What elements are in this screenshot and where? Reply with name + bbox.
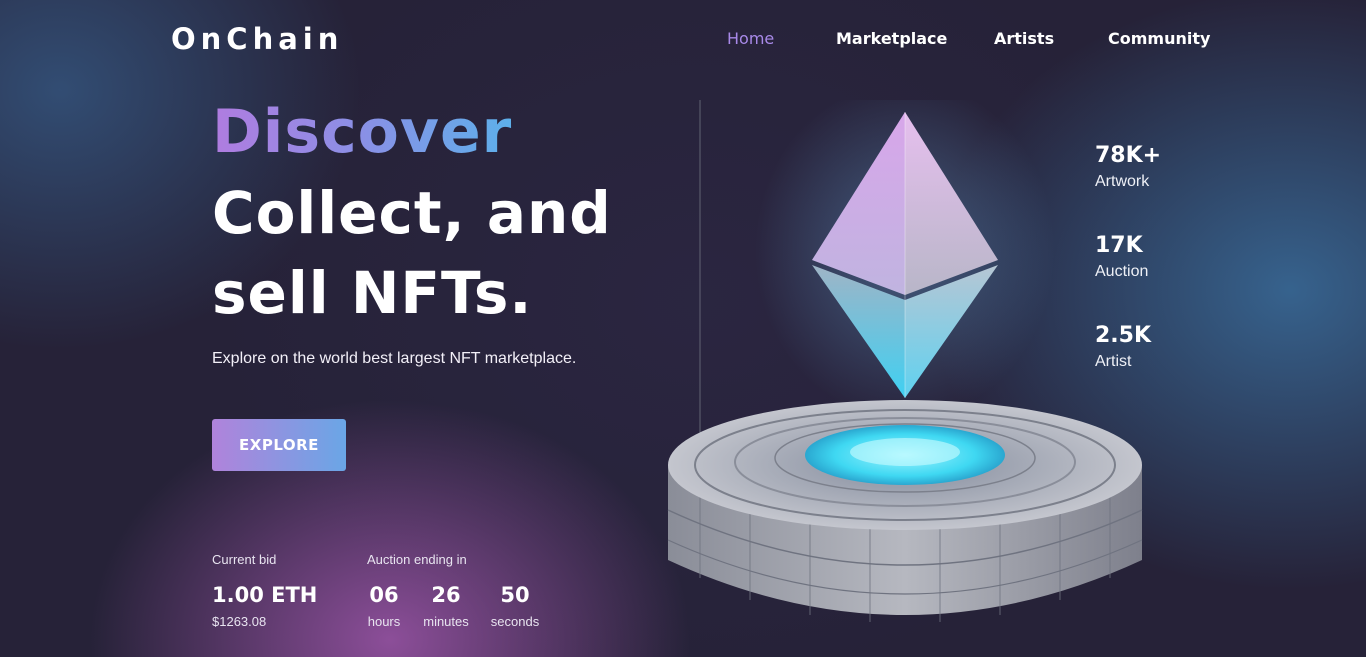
hero-title-line3: sell NFTs. [212, 259, 533, 327]
countdown-minutes-label: minutes [423, 614, 469, 629]
stat-artwork-value: 78K+ [1095, 143, 1162, 168]
stat-auction-label: Auction [1095, 263, 1149, 280]
current-bid-usd: $1263.08 [212, 614, 267, 629]
hero-title-discover: Discover [212, 97, 513, 167]
hero-title-line2: Collect, and [212, 179, 612, 247]
countdown-hours: 06 [369, 583, 399, 607]
stat-artist-value: 2.5K [1095, 323, 1152, 348]
nav-item-community[interactable]: Community [1108, 29, 1210, 48]
stat-artist-label: Artist [1095, 353, 1132, 370]
auction-ending-label: Auction ending in [367, 552, 467, 567]
explore-button[interactable]: EXPLORE [212, 419, 346, 471]
countdown-minutes: 26 [431, 583, 461, 607]
countdown-seconds-label: seconds [490, 614, 540, 629]
current-bid-label: Current bid [212, 552, 277, 567]
stat-auction-value: 17K [1095, 233, 1143, 258]
countdown-hours-label: hours [367, 614, 401, 629]
hero-subtitle: Explore on the world best largest NFT ma… [212, 350, 577, 367]
stat-artwork-label: Artwork [1095, 173, 1150, 190]
nav-item-marketplace[interactable]: Marketplace [836, 29, 947, 48]
main-nav: Home Marketplace Artists Community [0, 29, 1366, 53]
ethereum-diamond-on-pedestal-icon [667, 100, 1143, 622]
current-bid-value: 1.00 ETH [212, 583, 318, 607]
nav-item-home[interactable]: Home [727, 29, 774, 48]
nav-item-artists[interactable]: Artists [994, 29, 1054, 48]
countdown-seconds: 50 [500, 583, 530, 607]
